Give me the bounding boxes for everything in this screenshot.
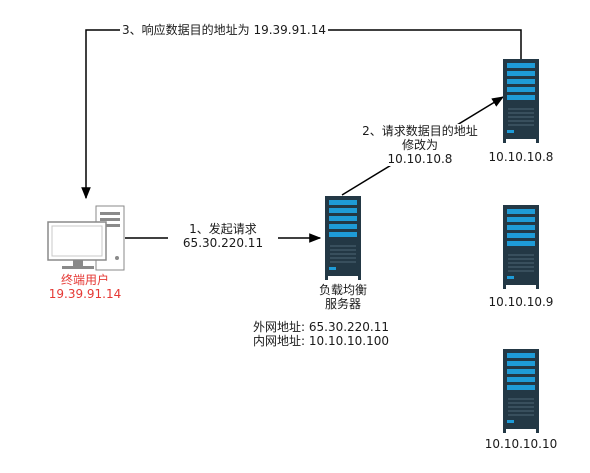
client-ip: 19.39.91.14 [48,287,122,301]
load-balancer-external-ip: 外网地址: 65.30.220.11 [253,320,390,334]
server-ip-1: 10.10.10.8 [476,150,566,164]
request-target-ip: 65.30.220.11 [182,236,264,250]
response-arrow-label: 3、响应数据目的地址为 19.39.91.14 [120,23,328,37]
client-pc-icon [47,205,125,271]
server-ip-3: 10.10.10.10 [476,437,566,451]
client-name: 终端用户 [60,273,109,287]
backend-server-icon-2 [502,204,540,290]
backend-server-icon-1 [502,58,540,144]
response-arrow [81,29,522,200]
diagram-svg [47,29,540,434]
server-ip-2: 10.10.10.9 [476,295,566,309]
load-balancer-name-1: 负载均衡 [318,283,367,297]
request-arrow-label: 1、发起请求 65.30.220.11 [168,222,278,250]
forward-target-ip: 10.10.10.8 [387,152,453,166]
forward-step: 2、请求数据目的地址 [362,124,478,138]
backend-server-icon-3 [502,348,540,434]
diagram-canvas: 终端用户 19.39.91.14 1、发起请求 65.30.220.11 2、请… [0,0,590,473]
client-label: 终端用户 19.39.91.14 [40,273,130,301]
request-step: 1、发起请求 [189,222,257,236]
load-balancer-label: 负载均衡 服务器 [298,283,388,311]
forward-arrow-label: 2、请求数据目的地址 修改为 10.10.10.8 [352,124,488,166]
load-balancer-server-icon [324,195,362,281]
forward-modified: 修改为 [401,138,438,152]
load-balancer-internal-ip: 内网地址: 10.10.10.100 [253,334,390,348]
load-balancer-addresses: 外网地址: 65.30.220.11 内网地址: 10.10.10.100 [253,320,390,348]
load-balancer-name-2: 服务器 [324,297,361,311]
